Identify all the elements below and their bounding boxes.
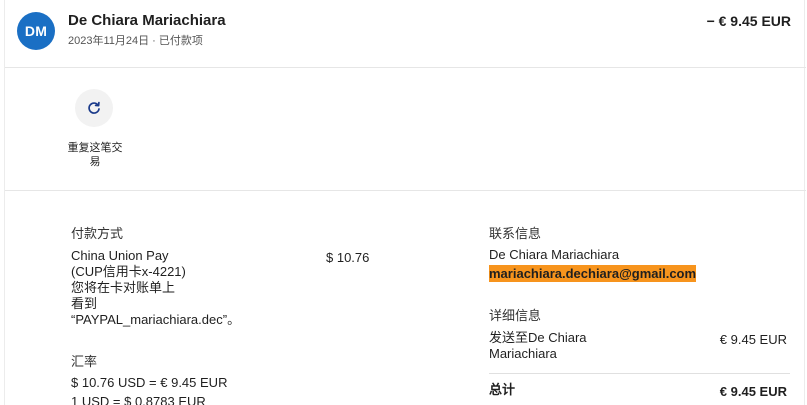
total-divider: [489, 373, 790, 374]
merchant-name: De Chiara Mariachiara: [68, 12, 226, 29]
details-heading: 详细信息: [489, 308, 542, 323]
payment-method-note-2: 看到: [71, 296, 98, 311]
sent-to-amount: € 9.45 EUR: [719, 332, 787, 347]
payment-method-heading: 付款方式: [71, 226, 124, 241]
total-amount: € 9.45 EUR: [719, 384, 787, 399]
payment-method-name: China Union Pay: [71, 248, 169, 263]
payment-method-note-1: 您将在卡对账单上: [71, 280, 176, 295]
transaction-date-status: 2023年11月24日 · 已付款项: [68, 35, 203, 47]
repeat-transaction-button[interactable]: [75, 89, 113, 127]
transaction-amount: − € 9.45 EUR: [706, 13, 791, 29]
contact-info-heading: 联系信息: [489, 226, 542, 241]
exchange-rate-conversion: $ 10.76 USD = € 9.45 EUR: [71, 375, 228, 390]
exchange-rate-unit: 1 USD = $ 0.8783 EUR: [71, 394, 206, 405]
contact-email[interactable]: mariachiara.dechiara@gmail.com: [489, 265, 697, 282]
payment-method-amount: $ 10.76: [326, 250, 370, 265]
actions-section: 重复这笔交易: [5, 68, 806, 191]
sent-to-label-1: 发送至De Chiara: [489, 330, 587, 345]
total-label: 总计: [489, 382, 516, 397]
payment-method-card: (CUP信用卡x-4221): [71, 264, 186, 279]
exchange-rate-heading: 汇率: [71, 354, 98, 369]
payment-method-descriptor: “PAYPAL_mariachiara.dec”。: [71, 312, 241, 327]
refresh-icon: [88, 101, 100, 114]
sent-to-label-2: Mariachiara: [489, 346, 557, 361]
contact-name: De Chiara Mariachiara: [489, 247, 620, 262]
repeat-transaction-label[interactable]: 重复这笔交易: [66, 141, 124, 169]
avatar: DM: [17, 12, 55, 50]
transaction-card: DM De Chiara Mariachiara 2023年11月24日 · 已…: [4, 0, 806, 405]
transaction-header: DM De Chiara Mariachiara 2023年11月24日 · 已…: [5, 0, 806, 68]
